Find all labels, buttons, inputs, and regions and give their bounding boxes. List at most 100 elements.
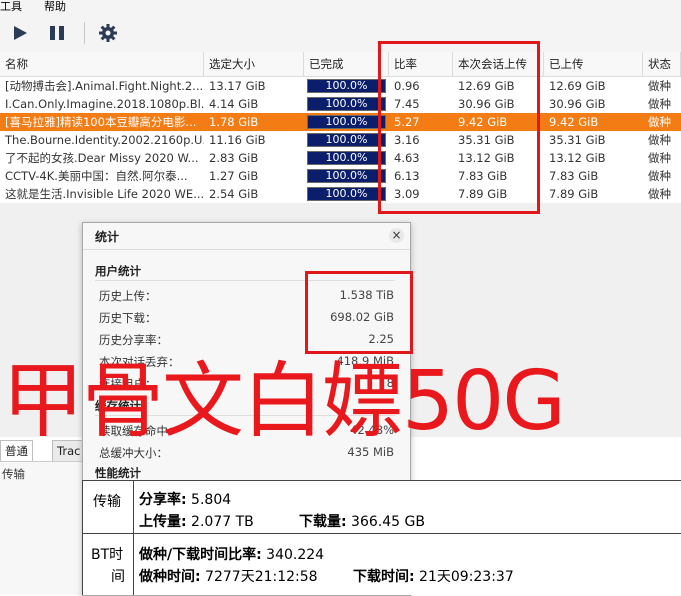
gear-icon[interactable]: [98, 23, 118, 43]
torrent-status: 做种: [648, 79, 671, 93]
progress-bar: 100.0%: [307, 79, 386, 93]
table-row[interactable]: [喜马拉雅]精读100本豆瓣高分电影... 1.78 GiB 5.27 9.42 Gi…: [0, 113, 681, 131]
torrent-size: 1.27 GiB: [209, 169, 259, 183]
progress-bar: 100.0%: [307, 97, 386, 111]
torrent-ratio: 5.27: [394, 115, 420, 129]
progress-bar: 100.0%: [307, 115, 386, 129]
play-icon[interactable]: [10, 23, 30, 43]
summary-table: 传输 分享率: 5.804 上传量: 2.077 TB 下载量: 366.45 …: [82, 480, 681, 595]
table-row[interactable]: The.Bourne.Identity.2002.2160p.U... 11.16…: [0, 131, 681, 149]
seed-download-ratio: 做种/下载时间比率: 340.224: [139, 547, 325, 563]
transfer-label: 传输: [2, 467, 25, 481]
torrent-name: [喜马拉雅]精读100本豆瓣高分电影...: [5, 115, 197, 129]
toolbar: [0, 14, 681, 52]
torrent-list-header: 名称 选定大小 已完成 比率 本次会话上传 已上传 状态: [0, 52, 681, 77]
table-divider: [83, 533, 681, 534]
torrent-name: I.Can.Only.Imagine.2018.1080p.Bl...: [5, 97, 204, 111]
upload-amount: 上传量: 2.077 TB: [139, 514, 254, 530]
progress-label: 100.0%: [325, 169, 368, 182]
torrent-session-upload: 12.69 GiB: [458, 79, 515, 93]
perf-stats-heading: 性能统计: [95, 466, 141, 480]
stat-value: 1.538 TiB: [339, 288, 394, 302]
torrent-status: 做种: [648, 133, 671, 147]
torrent-ratio: 4.63: [394, 151, 420, 165]
torrent-ratio: 6.13: [394, 169, 420, 183]
column-progress[interactable]: 已完成: [304, 52, 389, 76]
table-divider: [133, 481, 134, 595]
row-label-bt-time-b: 间: [111, 569, 125, 585]
column-uploaded[interactable]: 已上传: [544, 52, 643, 76]
stat-label: 历史下载：: [99, 311, 157, 325]
torrent-uploaded: 7.89 GiB: [549, 187, 599, 201]
share-ratio: 分享率: 5.804: [139, 492, 232, 508]
column-size[interactable]: 选定大小: [204, 52, 304, 76]
row-label-bt-time-a: BT时: [91, 547, 124, 563]
torrent-size: 1.78 GiB: [209, 115, 259, 129]
seed-time: 做种时间: 7277天21:12:58: [139, 569, 318, 585]
torrent-status: 做种: [648, 151, 671, 165]
column-status[interactable]: 状态: [643, 52, 681, 76]
overlay-title: 甲骨文白嫖50G: [2, 354, 566, 449]
torrent-status: 做种: [648, 97, 671, 111]
torrent-name: 了不起的女孩.Dear Missy 2020 W...: [5, 151, 199, 165]
torrent-size: 2.83 GiB: [209, 151, 259, 165]
stat-value: 2.25: [368, 332, 394, 346]
torrent-session-upload: 30.96 GiB: [458, 97, 515, 111]
torrent-size: 13.17 GiB: [209, 79, 266, 93]
torrent-ratio: 0.96: [394, 79, 420, 93]
progress-bar: 100.0%: [307, 187, 386, 201]
toolbar-separator: [84, 22, 85, 44]
menu-tools[interactable]: 工具: [0, 0, 22, 14]
torrent-session-upload: 7.89 GiB: [458, 187, 508, 201]
torrent-name: The.Bourne.Identity.2002.2160p.U...: [5, 133, 204, 147]
progress-label: 100.0%: [325, 97, 368, 110]
progress-label: 100.0%: [325, 115, 368, 128]
torrent-session-upload: 13.12 GiB: [458, 151, 515, 165]
download-time: 下载时间: 21天09:23:37: [353, 569, 514, 585]
torrent-name: [动物搏击会].Animal.Fight.Night.2...: [5, 79, 204, 93]
table-row[interactable]: 这就是生活.Invisible Life 2020 WE... 2.54 GiB 3…: [0, 185, 681, 203]
stat-label: 历史分享率：: [99, 333, 168, 347]
download-amount: 下载量: 366.45 GB: [299, 514, 425, 530]
progress-bar: 100.0%: [307, 133, 386, 147]
user-stats-heading: 用户统计: [95, 264, 141, 278]
torrent-size: 2.54 GiB: [209, 187, 259, 201]
torrent-size: 4.14 GiB: [209, 97, 259, 111]
torrent-uploaded: 30.96 GiB: [549, 97, 606, 111]
torrent-size: 11.16 GiB: [209, 133, 266, 147]
torrent-ratio: 7.45: [394, 97, 420, 111]
torrent-name: CCTV-4K.美丽中国：自然.阿尔泰...: [5, 169, 188, 183]
torrent-status: 做种: [648, 115, 671, 129]
menu-help[interactable]: 帮助: [44, 0, 66, 14]
torrent-session-upload: 35.31 GiB: [458, 133, 515, 147]
progress-label: 100.0%: [325, 133, 368, 146]
torrent-uploaded: 13.12 GiB: [549, 151, 606, 165]
torrent-ratio: 3.09: [394, 187, 420, 201]
torrent-session-upload: 9.42 GiB: [458, 115, 508, 129]
torrent-uploaded: 35.31 GiB: [549, 133, 606, 147]
stat-label: 历史上传：: [99, 289, 157, 303]
progress-bar: 100.0%: [307, 151, 386, 165]
column-name[interactable]: 名称: [0, 52, 204, 76]
table-row[interactable]: [动物搏击会].Animal.Fight.Night.2... 13.17 GiB…: [0, 77, 681, 95]
torrent-name: 这就是生活.Invisible Life 2020 WE...: [5, 187, 204, 201]
column-session-upload[interactable]: 本次会话上传: [453, 52, 544, 76]
torrent-status: 做种: [648, 169, 671, 183]
torrent-ratio: 3.16: [394, 133, 420, 147]
torrent-session-upload: 7.83 GiB: [458, 169, 508, 183]
menu-bar: 工具 帮助: [0, 0, 681, 14]
progress-bar: 100.0%: [307, 169, 386, 183]
progress-label: 100.0%: [325, 151, 368, 164]
dialog-titlebar: 统计 ×: [83, 223, 410, 250]
close-icon[interactable]: ×: [389, 228, 404, 243]
transfer-panel: 传输: [0, 461, 82, 595]
pause-icon[interactable]: [47, 23, 67, 43]
table-row[interactable]: 了不起的女孩.Dear Missy 2020 W... 2.83 GiB 4.63 1…: [0, 149, 681, 167]
torrent-uploaded: 9.42 GiB: [549, 115, 599, 129]
column-ratio[interactable]: 比率: [389, 52, 453, 76]
torrent-status: 做种: [648, 187, 671, 201]
table-row[interactable]: CCTV-4K.美丽中国：自然.阿尔泰... 1.27 GiB 6.13 7.83 G…: [0, 167, 681, 185]
torrent-uploaded: 7.83 GiB: [549, 169, 599, 183]
divider: [95, 280, 395, 281]
table-row[interactable]: I.Can.Only.Imagine.2018.1080p.Bl... 4.14 …: [0, 95, 681, 113]
